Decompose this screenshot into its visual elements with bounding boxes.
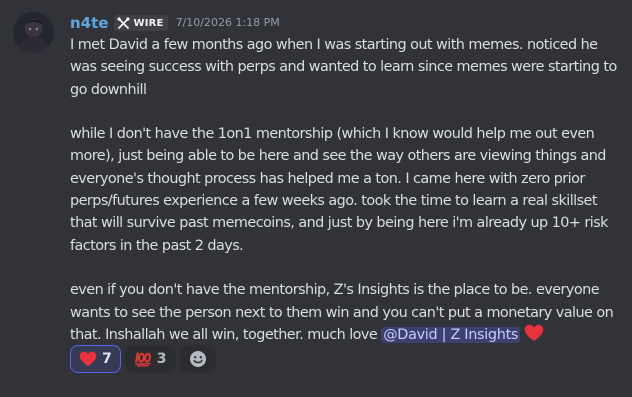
message-content: I met David a few months ago when I was … — [70, 34, 624, 346]
user-avatar[interactable] — [13, 12, 54, 53]
reactions-bar: 7 3 — [70, 345, 216, 373]
smiley-add-reaction-icon — [189, 351, 206, 367]
role-tag[interactable]: WIRE — [114, 15, 168, 31]
message-timestamp[interactable]: 7/10/2026 1:18 PM — [176, 13, 280, 33]
add-reaction-button[interactable] — [179, 345, 216, 373]
reaction-hundred[interactable]: 3 — [124, 345, 176, 373]
message-paragraph: I met David a few months ago when I was … — [70, 37, 617, 98]
message-paragraph: while I don't have the 1on1 mentorship (… — [70, 126, 608, 254]
reaction-heart[interactable]: 7 — [70, 345, 121, 373]
heart-icon — [524, 324, 544, 341]
crossed-tools-icon — [117, 16, 131, 29]
avatar-image — [13, 12, 54, 53]
username[interactable]: n4te — [70, 13, 108, 33]
heart-icon — [79, 351, 97, 367]
user-mention[interactable]: @David | Z Insights — [381, 326, 521, 343]
chat-message: n4te WIRE 7/10/2026 1:18 PM I met David … — [0, 0, 632, 397]
message-paragraph-final: even if you don't have the mentorship, Z… — [70, 279, 624, 346]
role-tag-label: WIRE — [133, 17, 164, 29]
reaction-count: 3 — [156, 351, 167, 367]
message-header: n4te WIRE 7/10/2026 1:18 PM — [70, 13, 280, 33]
hundred-points-icon — [134, 352, 151, 367]
reaction-count: 7 — [102, 351, 112, 367]
